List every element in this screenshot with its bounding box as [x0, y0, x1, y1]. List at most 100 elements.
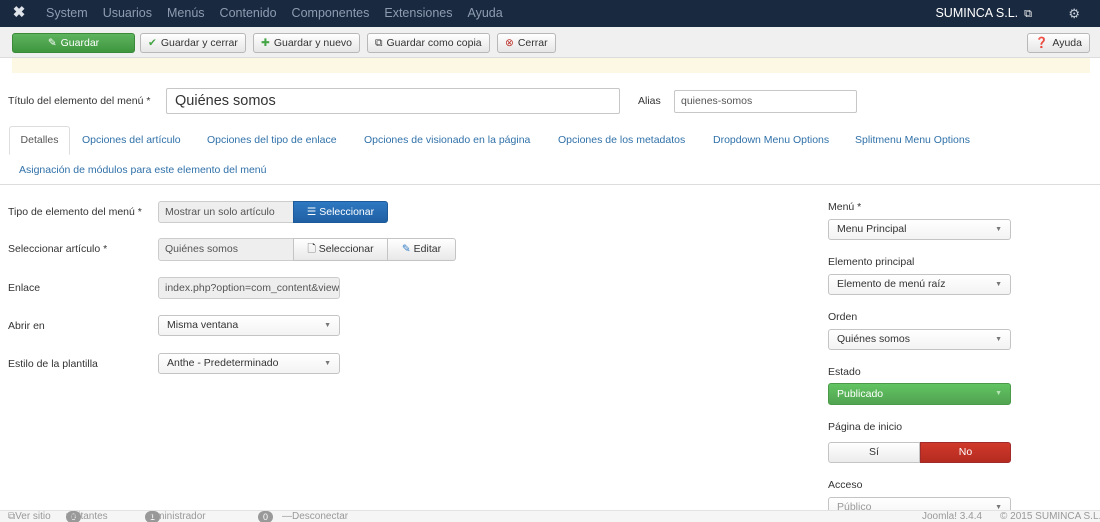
save-new-button[interactable]: ✚ Guardar y nuevo	[253, 33, 361, 53]
cancel-icon: ⊗	[505, 37, 514, 49]
save-copy-button[interactable]: ⧉ Guardar como copia	[367, 33, 490, 53]
external-link-icon: ⧉	[1024, 8, 1032, 20]
site-link[interactable]: SUMINCA S.L. ⧉	[935, 0, 1032, 28]
select-type-label: Seleccionar	[319, 206, 375, 218]
select-type-button[interactable]: ☰ Seleccionar	[293, 201, 388, 223]
file-icon: 🗋	[307, 243, 319, 255]
close-label: Cerrar	[517, 37, 548, 49]
open-in-select[interactable]: Misma ventana ▼	[158, 315, 340, 336]
menu-value: Menu Principal	[837, 223, 907, 235]
copyright-text: © 2015 SUMINCA S.L.	[1000, 511, 1100, 522]
save-new-label: Guardar y nuevo	[273, 37, 353, 49]
question-icon: ❓	[1035, 37, 1049, 49]
menu-item-type-value: Mostrar un solo artículo	[158, 201, 294, 223]
caret-down-icon: ▼	[995, 281, 1002, 288]
status-bar: ⧉ Ver sitio 0 visitantes 1 administrador 0…	[0, 510, 1100, 522]
menu-users[interactable]: Usuarios	[103, 0, 152, 27]
copy-icon: ⧉	[375, 37, 383, 49]
caret-down-icon: ▼	[324, 360, 331, 367]
visitors-label: visitantes	[66, 511, 108, 522]
tab-metadata[interactable]: Opciones de los metadatos	[558, 134, 685, 146]
menu-components[interactable]: Componentes	[292, 0, 370, 27]
gear-icon[interactable]: ⚙	[1068, 0, 1080, 27]
version-text: Joomla! 3.4.4	[922, 511, 983, 522]
save-close-button[interactable]: ✔ Guardar y cerrar	[140, 33, 246, 53]
edit-icon: ✎	[47, 37, 57, 49]
menu-content[interactable]: Contenido	[220, 0, 277, 27]
menu-help[interactable]: Ayuda	[467, 0, 502, 27]
save-button[interactable]: ✎ Guardar	[12, 33, 135, 53]
open-in-value: Misma ventana	[167, 319, 239, 331]
parent-item-label: Elemento principal	[828, 256, 915, 268]
home-no-button[interactable]: No	[920, 442, 1011, 463]
home-yes-button[interactable]: Sí	[828, 442, 920, 463]
save-close-label: Guardar y cerrar	[160, 37, 238, 49]
order-label: Orden	[828, 311, 858, 323]
caret-down-icon: ▼	[324, 322, 331, 329]
caret-down-icon: ▼	[995, 390, 1002, 397]
status-select[interactable]: Publicado ▼	[828, 383, 1011, 405]
template-style-select[interactable]: Anthe - Predeterminado ▼	[158, 353, 340, 374]
menu-system[interactable]: System	[46, 0, 88, 27]
tab-dropdown-menu-options[interactable]: Dropdown Menu Options	[713, 134, 829, 146]
help-label: Ayuda	[1052, 37, 1082, 49]
edit-icon: ✎	[401, 243, 414, 255]
menu-menus[interactable]: Menús	[167, 0, 205, 27]
list-icon: ☰	[306, 206, 320, 218]
access-label: Acceso	[828, 479, 863, 491]
save-copy-label: Guardar como copia	[386, 37, 482, 49]
tab-splitmenu-options[interactable]: Splitmenu Menu Options	[855, 134, 970, 146]
order-select[interactable]: Quiénes somos ▼	[828, 329, 1011, 350]
logout-label: Desconectar	[292, 511, 349, 522]
menu-label: Menú *	[828, 201, 862, 213]
messages-badge: 0	[258, 511, 274, 522]
help-button[interactable]: ❓ Ayuda	[1027, 33, 1090, 53]
check-icon: ✔	[148, 37, 157, 49]
edit-article-label: Editar	[413, 243, 442, 255]
template-style-value: Anthe - Predeterminado	[167, 357, 279, 369]
view-site-label: Ver sitio	[15, 511, 51, 522]
tab-details[interactable]: Detalles	[9, 126, 70, 155]
title-label: Título del elemento del menú *	[8, 95, 151, 107]
main-menu: System Usuarios Menús Contenido Componen…	[46, 0, 518, 27]
parent-item-value: Elemento de menú raíz	[837, 278, 946, 290]
tab-link-type-options[interactable]: Opciones del tipo de enlace	[207, 134, 337, 146]
link-field: index.php?option=com_content&view=articl…	[158, 277, 340, 299]
message-area	[12, 58, 1090, 73]
link-label: Enlace	[8, 282, 41, 294]
close-button[interactable]: ⊗ Cerrar	[497, 33, 556, 53]
menu-item-type-label: Tipo de elemento del menú *	[8, 206, 142, 218]
tab-article-options[interactable]: Opciones del artículo	[82, 134, 181, 146]
status-label: Estado	[828, 366, 861, 378]
menu-select[interactable]: Menu Principal ▼	[828, 219, 1011, 240]
edit-article-button[interactable]: ✎ Editar	[387, 238, 456, 261]
select-article-label: Seleccionar artículo *	[8, 243, 108, 255]
admins-label: administrador	[145, 511, 206, 522]
order-value: Quiénes somos	[837, 333, 910, 345]
joomla-logo-icon[interactable]: ✖	[10, 4, 28, 22]
top-navbar: ✖ System Usuarios Menús Contenido Compon…	[0, 0, 1100, 27]
menu-extensions[interactable]: Extensiones	[384, 0, 452, 27]
view-site-link[interactable]: ⧉ Ver sitio	[8, 511, 51, 522]
save-label: Guardar	[60, 37, 100, 49]
caret-down-icon: ▼	[995, 336, 1002, 343]
parent-item-select[interactable]: Elemento de menú raíz ▼	[828, 274, 1011, 295]
toolbar: ✎ Guardar ✔ Guardar y cerrar ✚ Guardar y nu…	[0, 27, 1100, 58]
tabs-divider	[0, 184, 1100, 185]
plus-icon: ✚	[261, 37, 270, 49]
select-article-btn-label: Seleccionar	[318, 243, 374, 255]
logout-link[interactable]: — Desconectar	[282, 511, 348, 522]
template-style-label: Estilo de la plantilla	[8, 358, 98, 370]
caret-down-icon: ▼	[995, 226, 1002, 233]
home-page-label: Página de inicio	[828, 421, 903, 433]
status-value: Publicado	[837, 388, 884, 400]
tab-module-assignment[interactable]: Asignación de módulos para este elemento…	[19, 164, 267, 176]
alias-label: Alias	[638, 95, 661, 107]
select-article-button[interactable]: 🗋 Seleccionar	[293, 238, 388, 261]
title-input[interactable]: Quiénes somos	[166, 88, 620, 114]
alias-input[interactable]: quienes-somos	[674, 90, 857, 113]
open-in-label: Abrir en	[8, 320, 45, 332]
site-name: SUMINCA S.L.	[935, 6, 1019, 20]
tab-page-display[interactable]: Opciones de visionado en la página	[364, 134, 530, 146]
selected-article-value: Quiénes somos	[158, 238, 294, 261]
